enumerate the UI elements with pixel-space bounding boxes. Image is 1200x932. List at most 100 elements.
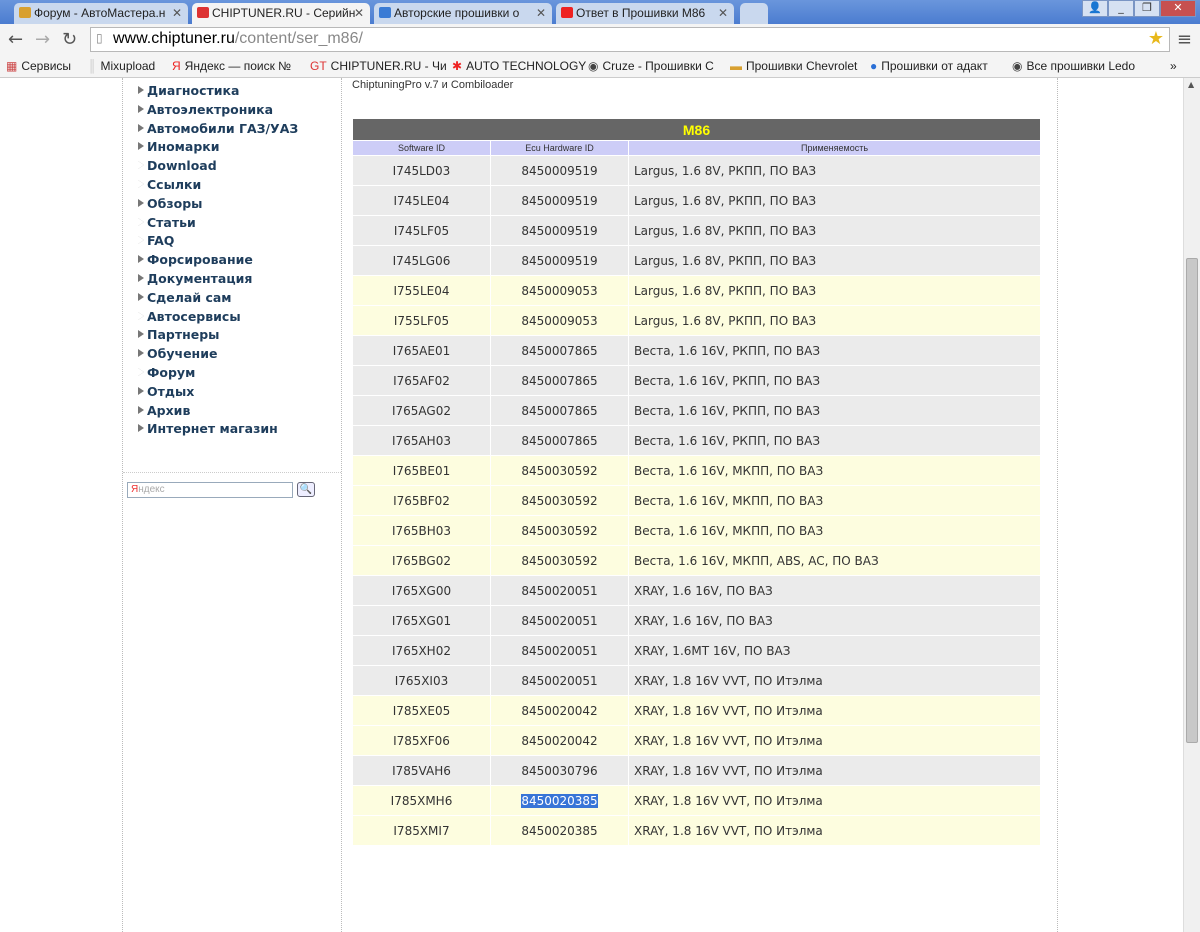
table-row: I745LF05 8450009519 Largus, 1.6 8V, РКПП, … <box>353 216 1040 245</box>
minimize-icon[interactable]: _ <box>1108 0 1134 17</box>
bookmark-item[interactable]: ▬ Прошивки Chevrolet <box>730 59 857 73</box>
sidebar-item[interactable]: Интернет магазин <box>138 421 298 440</box>
tab-1[interactable]: CHIPTUNER.RU - Серийн ✕ <box>192 3 370 24</box>
applicability: Веста, 1.6 16V, РКПП, ПО ВАЗ <box>629 366 1040 395</box>
tab-3[interactable]: Ответ в Прошивки M86 ✕ <box>556 3 734 24</box>
cell-text: Largus, 1.6 8V, РКПП, ПО ВАЗ <box>634 283 817 298</box>
cell-text: 8450009519 <box>521 193 598 208</box>
table-row: I765XH02 8450020051 XRAY, 1.6MT 16V, ПО ВА… <box>353 636 1040 665</box>
software-id: I765AE01 <box>353 336 490 365</box>
arrow-right-icon <box>138 236 144 245</box>
bookmark-star-icon[interactable]: ★ <box>1148 28 1164 49</box>
sidebar-item-label: Обучение <box>147 346 218 362</box>
back-icon[interactable]: ← <box>8 29 23 50</box>
scroll-up-icon[interactable]: ▲ <box>1188 80 1194 89</box>
applicability: XRAY, 1.8 16V VVT, ПО Итэлма <box>629 666 1040 695</box>
tab-0[interactable]: Форум - АвтоМастера.н ✕ <box>14 3 188 24</box>
sidebar-item[interactable]: Обучение <box>138 346 298 365</box>
reload-icon[interactable]: ↻ <box>62 29 77 50</box>
cell-text: Largus, 1.6 8V, РКПП, ПО ВАЗ <box>634 253 817 268</box>
sidebar-item[interactable]: Партнеры <box>138 327 298 346</box>
sidebar-item[interactable]: Обзоры <box>138 196 298 215</box>
cell-text: XRAY, 1.8 16V VVT, ПО Итэлма <box>634 793 823 808</box>
sidebar-item[interactable]: Форум <box>138 365 298 384</box>
applicability: XRAY, 1.6 16V, ПО ВАЗ <box>629 606 1040 635</box>
hardware-id: 8450007865 <box>491 426 628 455</box>
sidebar-item[interactable]: Сделай сам <box>138 290 298 309</box>
table-row: I785XMI7 8450020385 XRAY, 1.8 16V VVT, ПО … <box>353 816 1040 845</box>
sidebar-item[interactable]: Иномарки <box>138 139 298 158</box>
close-icon[interactable]: ✕ <box>536 6 546 20</box>
yandex-search-input[interactable]: Яндекс <box>127 482 293 498</box>
firmware-table: M86 Software ID Ecu Hardware ID Применяемо… <box>352 118 1041 846</box>
arrow-right-icon <box>138 330 144 339</box>
close-icon[interactable]: ✕ <box>718 6 728 20</box>
applicability: XRAY, 1.8 16V VVT, ПО Итэлма <box>629 726 1040 755</box>
software-id: I765BH03 <box>353 516 490 545</box>
bookmark-item[interactable]: ● Прошивки от адакт <box>870 59 988 73</box>
sidebar-item[interactable]: Диагностика <box>138 83 298 102</box>
menu-icon[interactable]: ≡ <box>1177 29 1192 50</box>
hardware-id: 8450020051 <box>491 666 628 695</box>
hardware-id: 8450030592 <box>491 516 628 545</box>
new-tab-button[interactable] <box>740 3 768 24</box>
software-id: I765BG02 <box>353 546 490 575</box>
sidebar-item-label: Обзоры <box>147 195 203 211</box>
sidebar-item[interactable]: Архив <box>138 403 298 422</box>
sidebar-item[interactable]: Документация <box>138 271 298 290</box>
applicability: Веста, 1.6 16V, РКПП, ПО ВАЗ <box>629 396 1040 425</box>
user-icon[interactable]: 👤 <box>1082 0 1108 17</box>
bookmark-item[interactable]: ║ Mixupload <box>88 59 155 73</box>
arrow-right-icon <box>138 123 144 132</box>
bookmark-item[interactable]: GT CHIPTUNER.RU - Чи <box>310 59 447 73</box>
bookmark-item[interactable]: Я Яндекс — поиск № <box>172 59 291 73</box>
hardware-id: 8450007865 <box>491 366 628 395</box>
sidebar-item[interactable]: Автосервисы <box>138 309 298 328</box>
bookmark-item[interactable]: ◉ Cruze - Прошивки С <box>588 59 714 73</box>
sidebar-item[interactable]: Ссылки <box>138 177 298 196</box>
car-icon <box>19 7 31 18</box>
maximize-icon[interactable]: ❐ <box>1134 0 1160 17</box>
cell-text: XRAY, 1.8 16V VVT, ПО Итэлма <box>634 823 823 838</box>
hardware-id: 8450020051 <box>491 606 628 635</box>
sidebar-item[interactable]: Автомобили ГАЗ/УАЗ <box>138 121 298 140</box>
applicability: Веста, 1.6 16V, МКПП, ABS, AC, ПО ВАЗ <box>629 546 1040 575</box>
software-id: I765AH03 <box>353 426 490 455</box>
table-row: I765AH03 8450007865 Веста, 1.6 16V, РКПП, … <box>353 426 1040 455</box>
bookmark-item[interactable]: ◉ Все прошивки Ledo <box>1012 59 1135 73</box>
cell-text: Largus, 1.6 8V, РКПП, ПО ВАЗ <box>634 313 817 328</box>
sidebar-item[interactable]: Автоэлектроника <box>138 102 298 121</box>
software-id: I745LE04 <box>353 186 490 215</box>
applicability: Largus, 1.6 8V, РКПП, ПО ВАЗ <box>629 306 1040 335</box>
hardware-id: 8450007865 <box>491 396 628 425</box>
address-bar[interactable]: ▯ www.chiptuner.ru/content/ser_m86/ <box>90 27 1170 52</box>
tab-2[interactable]: Авторские прошивки о ✕ <box>374 3 552 24</box>
divider <box>341 78 342 932</box>
forward-icon[interactable]: → <box>35 29 50 50</box>
sidebar-item[interactable]: FAQ <box>138 233 298 252</box>
cell-text: Веста, 1.6 16V, МКПП, ПО ВАЗ <box>634 493 824 508</box>
sidebar-item[interactable]: Download <box>138 158 298 177</box>
search-button[interactable]: 🔍 <box>297 482 315 497</box>
software-id: I785XF06 <box>353 726 490 755</box>
sidebar-menu: Диагностика Автоэлектроника Автомобили ГАЗ… <box>138 83 298 440</box>
vertical-scrollbar[interactable]: ▲ <box>1183 78 1200 932</box>
scrollbar-thumb[interactable] <box>1186 258 1198 743</box>
bookmark-item[interactable]: ▦ Сервисы <box>6 59 71 73</box>
cell-text: 8450020051 <box>521 583 598 598</box>
sidebar-item-label: FAQ <box>147 233 175 249</box>
software-id: I785VAH6 <box>353 756 490 785</box>
sidebar-item[interactable]: Форсирование <box>138 252 298 271</box>
close-window-icon[interactable]: ✕ <box>1160 0 1196 17</box>
bookmark-item[interactable]: ✱ AUTO TECHNOLOGY <box>452 59 586 73</box>
bookmarks-more-button[interactable]: » <box>1170 59 1177 73</box>
arrow-right-icon <box>138 349 144 358</box>
close-icon[interactable]: ✕ <box>354 6 364 20</box>
cell-text: I745LE04 <box>393 193 450 208</box>
sidebar-item[interactable]: Статьи <box>138 215 298 234</box>
applicability: Веста, 1.6 16V, РКПП, ПО ВАЗ <box>629 426 1040 455</box>
bookmark-label: Все прошивки Ledo <box>1026 59 1136 73</box>
sidebar-item[interactable]: Отдых <box>138 384 298 403</box>
close-icon[interactable]: ✕ <box>172 6 182 20</box>
cell-text: 8450020042 <box>521 733 598 748</box>
